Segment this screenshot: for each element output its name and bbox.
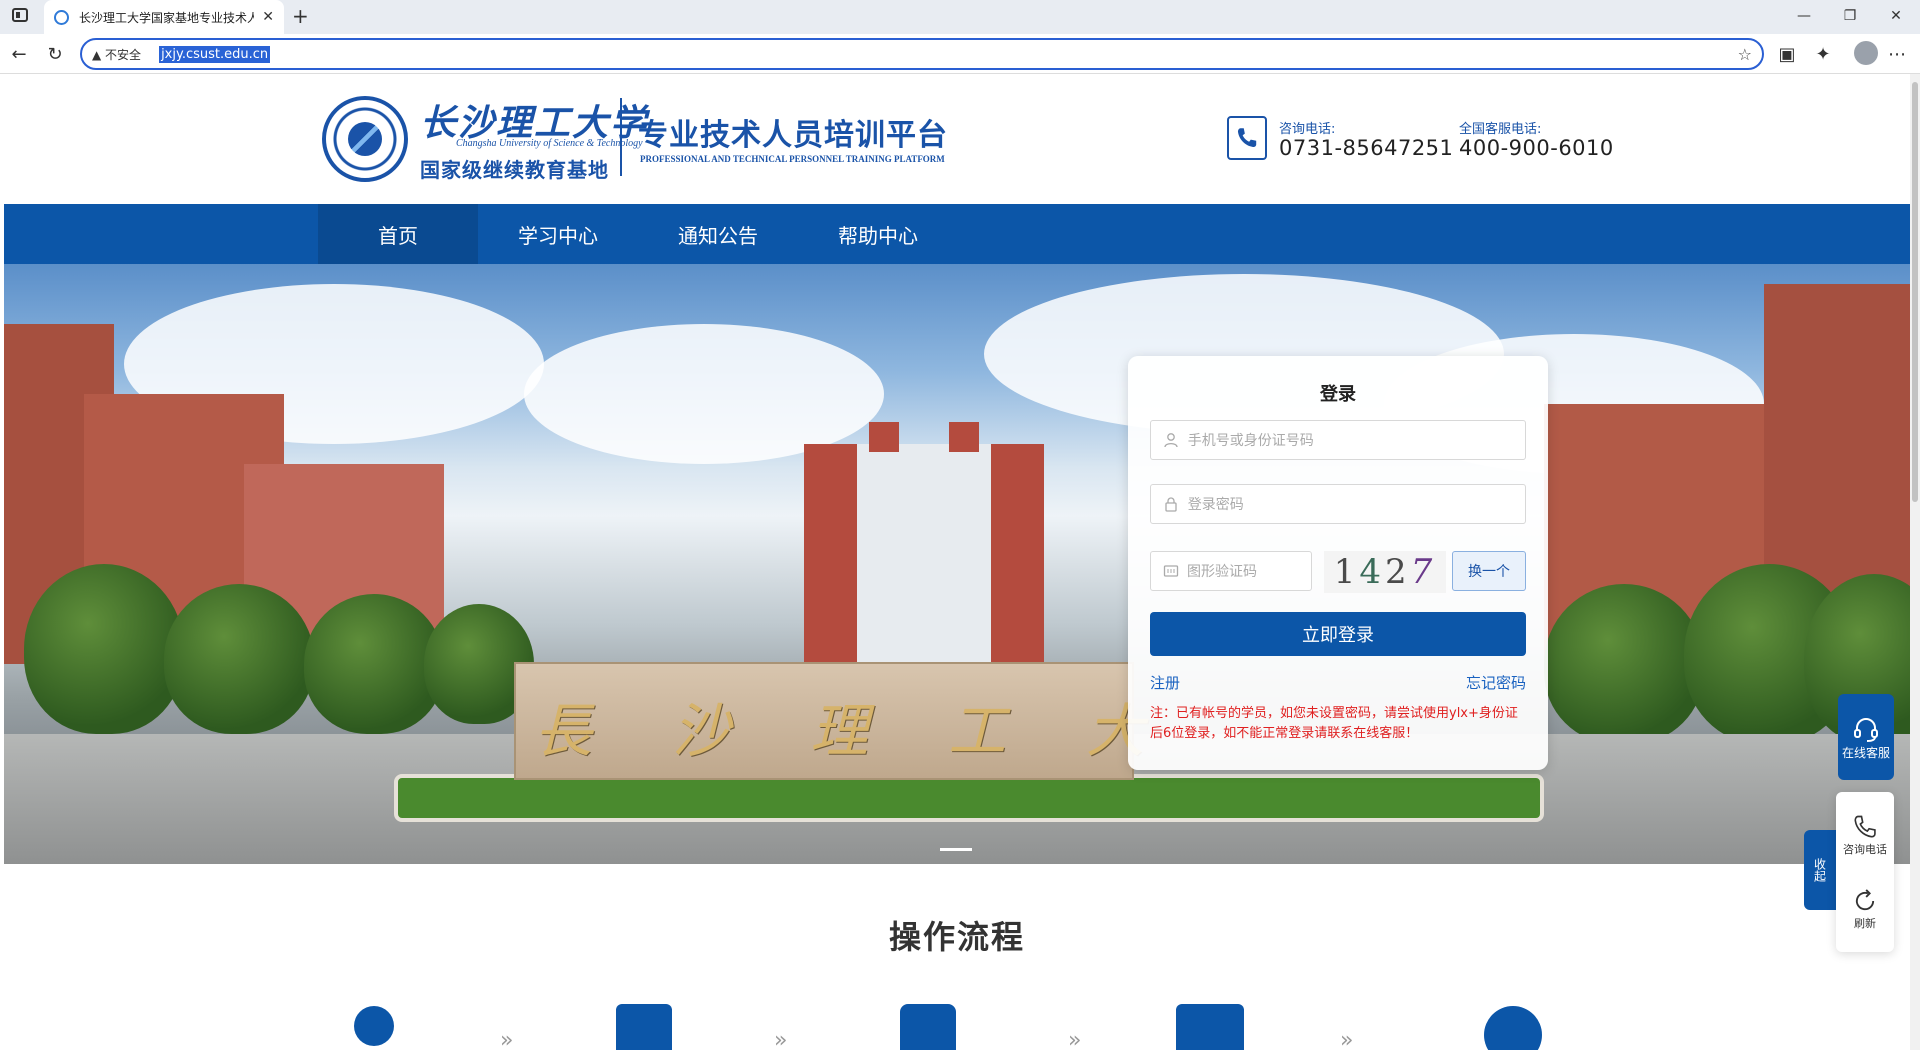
step-arrow-icon: » xyxy=(774,1028,788,1050)
nav-home[interactable]: 首页 xyxy=(318,204,478,264)
education-base-label: 国家级继续教育基地 xyxy=(420,158,609,182)
lawn xyxy=(394,774,1544,822)
browser-tab[interactable]: 长沙理工大学国家基地专业技术人 ✕ xyxy=(44,0,284,34)
step-exam-icon xyxy=(900,1004,956,1050)
step-certificate-icon xyxy=(1484,1006,1542,1050)
user-icon xyxy=(1163,431,1180,449)
close-window-icon[interactable]: ✕ xyxy=(1886,6,1906,26)
new-tab-icon[interactable]: + xyxy=(292,4,309,28)
login-submit-button[interactable]: 立即登录 xyxy=(1150,612,1526,656)
login-notice: 注：已有帐号的学员，如您未设置密码，请尝试使用ylx+身份证后6位登录，如不能正… xyxy=(1150,706,1518,741)
username-input[interactable] xyxy=(1187,432,1525,448)
process-section-title: 操作流程 xyxy=(888,918,1025,956)
captcha-field[interactable] xyxy=(1150,551,1312,591)
nav-help-center[interactable]: 帮助中心 xyxy=(798,204,958,264)
web-page: 长沙理工大学 Changsha University of Science & … xyxy=(4,74,1910,1050)
platform-title: 专业技术人员培训平台 xyxy=(638,118,948,153)
security-indicator[interactable]: ▲ 不安全 xyxy=(92,46,141,63)
phone-icon xyxy=(1227,116,1267,160)
nav-announcements[interactable]: 通知公告 xyxy=(638,204,798,264)
consult-phone-number: 0731-85647251 xyxy=(1279,136,1454,160)
service-phone-number: 400-900-6010 xyxy=(1459,136,1614,160)
consult-phone-float-label: 咨询电话 xyxy=(1843,843,1887,856)
step-study-icon xyxy=(1176,1004,1244,1050)
step-arrow-icon: » xyxy=(500,1028,514,1050)
site-header: 长沙理工大学 Changsha University of Science & … xyxy=(4,74,1910,204)
captcha-char: 1 xyxy=(1333,552,1360,592)
profile-avatar[interactable] xyxy=(1854,41,1878,65)
service-phone-label: 全国客服电话: xyxy=(1459,122,1542,137)
register-link[interactable]: 注册 xyxy=(1150,672,1180,693)
forgot-password-link[interactable]: 忘记密码 xyxy=(1466,672,1526,693)
tab-title: 长沙理工大学国家基地专业技术人 xyxy=(79,10,255,25)
captcha-char: 4 xyxy=(1359,552,1385,592)
tab-list-icon[interactable] xyxy=(12,8,28,22)
refresh-captcha-button[interactable]: 换一个 xyxy=(1452,551,1526,591)
back-icon[interactable]: ← xyxy=(8,43,30,65)
restore-icon[interactable]: ❐ xyxy=(1840,6,1860,26)
captcha-input[interactable] xyxy=(1187,563,1311,579)
browser-toolbar: ← ↻ ▲ 不安全 jxjy.csust.edu.cn ☆ ▣ ✦ ⋯ xyxy=(0,34,1920,74)
phone-call-icon xyxy=(1854,815,1876,838)
password-field[interactable] xyxy=(1150,484,1526,524)
extensions-icon[interactable]: ✦ xyxy=(1812,43,1834,65)
browser-tab-strip: 长沙理工大学国家基地专业技术人 ✕ + — ❐ ✕ xyxy=(0,0,1920,34)
logo-divider xyxy=(620,98,622,176)
consult-phone-button[interactable]: 咨询电话 xyxy=(1836,800,1894,870)
step-arrow-icon: » xyxy=(1340,1028,1354,1050)
step-register-icon xyxy=(354,1006,394,1046)
captcha-image[interactable]: 1 4 2 7 xyxy=(1324,551,1446,593)
page-scrollbar[interactable] xyxy=(1910,74,1920,1050)
reload-icon[interactable]: ↻ xyxy=(44,43,66,65)
captcha-icon xyxy=(1163,562,1179,580)
more-menu-icon[interactable]: ⋯ xyxy=(1886,43,1908,65)
lock-icon xyxy=(1163,495,1180,513)
collapse-panel-tab[interactable]: 收起 xyxy=(1804,830,1836,910)
consult-phone-label: 咨询电话: xyxy=(1279,122,1336,137)
online-service-button[interactable]: 在线客服 xyxy=(1838,694,1894,780)
step-learn-icon xyxy=(616,1004,672,1050)
collections-icon[interactable]: ▣ xyxy=(1776,43,1798,65)
carousel-indicator[interactable] xyxy=(940,848,972,851)
url-text[interactable]: jxjy.csust.edu.cn xyxy=(159,45,271,63)
minimize-icon[interactable]: — xyxy=(1794,6,1814,26)
platform-subtitle: PROFESSIONAL AND TECHNICAL PERSONNEL TRA… xyxy=(640,154,945,164)
campus-banner-image: 長沙理工大 xyxy=(4,264,1910,864)
step-arrow-icon: » xyxy=(1068,1028,1082,1050)
entrance-stone-inscription: 長沙理工大 xyxy=(534,697,1225,765)
login-title: 登录 xyxy=(1320,384,1356,405)
university-name-en: Changsha University of Science & Technol… xyxy=(456,138,643,149)
main-navigation: 首页 学习中心 通知公告 帮助中心 xyxy=(4,204,1910,264)
refresh-icon xyxy=(1855,889,1875,911)
password-input[interactable] xyxy=(1187,496,1525,512)
headset-icon xyxy=(1854,717,1878,742)
online-service-label: 在线客服 xyxy=(1841,745,1890,760)
address-bar[interactable]: ▲ 不安全 jxjy.csust.edu.cn ☆ xyxy=(80,38,1764,70)
site-favicon-icon xyxy=(54,9,69,25)
captcha-char: 2 xyxy=(1385,552,1411,592)
captcha-char: 7 xyxy=(1410,552,1437,592)
close-tab-icon[interactable]: ✕ xyxy=(262,9,274,25)
scrollbar-thumb[interactable] xyxy=(1912,82,1918,502)
login-panel: 登录 1 4 2 7 换一个 立即登录 注册 忘 xyxy=(1128,356,1548,770)
username-field[interactable] xyxy=(1150,420,1526,460)
nav-learning-center[interactable]: 学习中心 xyxy=(478,204,638,264)
favorite-star-icon[interactable]: ☆ xyxy=(1738,45,1752,64)
security-label: 不安全 xyxy=(105,47,142,62)
university-seal-logo xyxy=(322,96,408,182)
